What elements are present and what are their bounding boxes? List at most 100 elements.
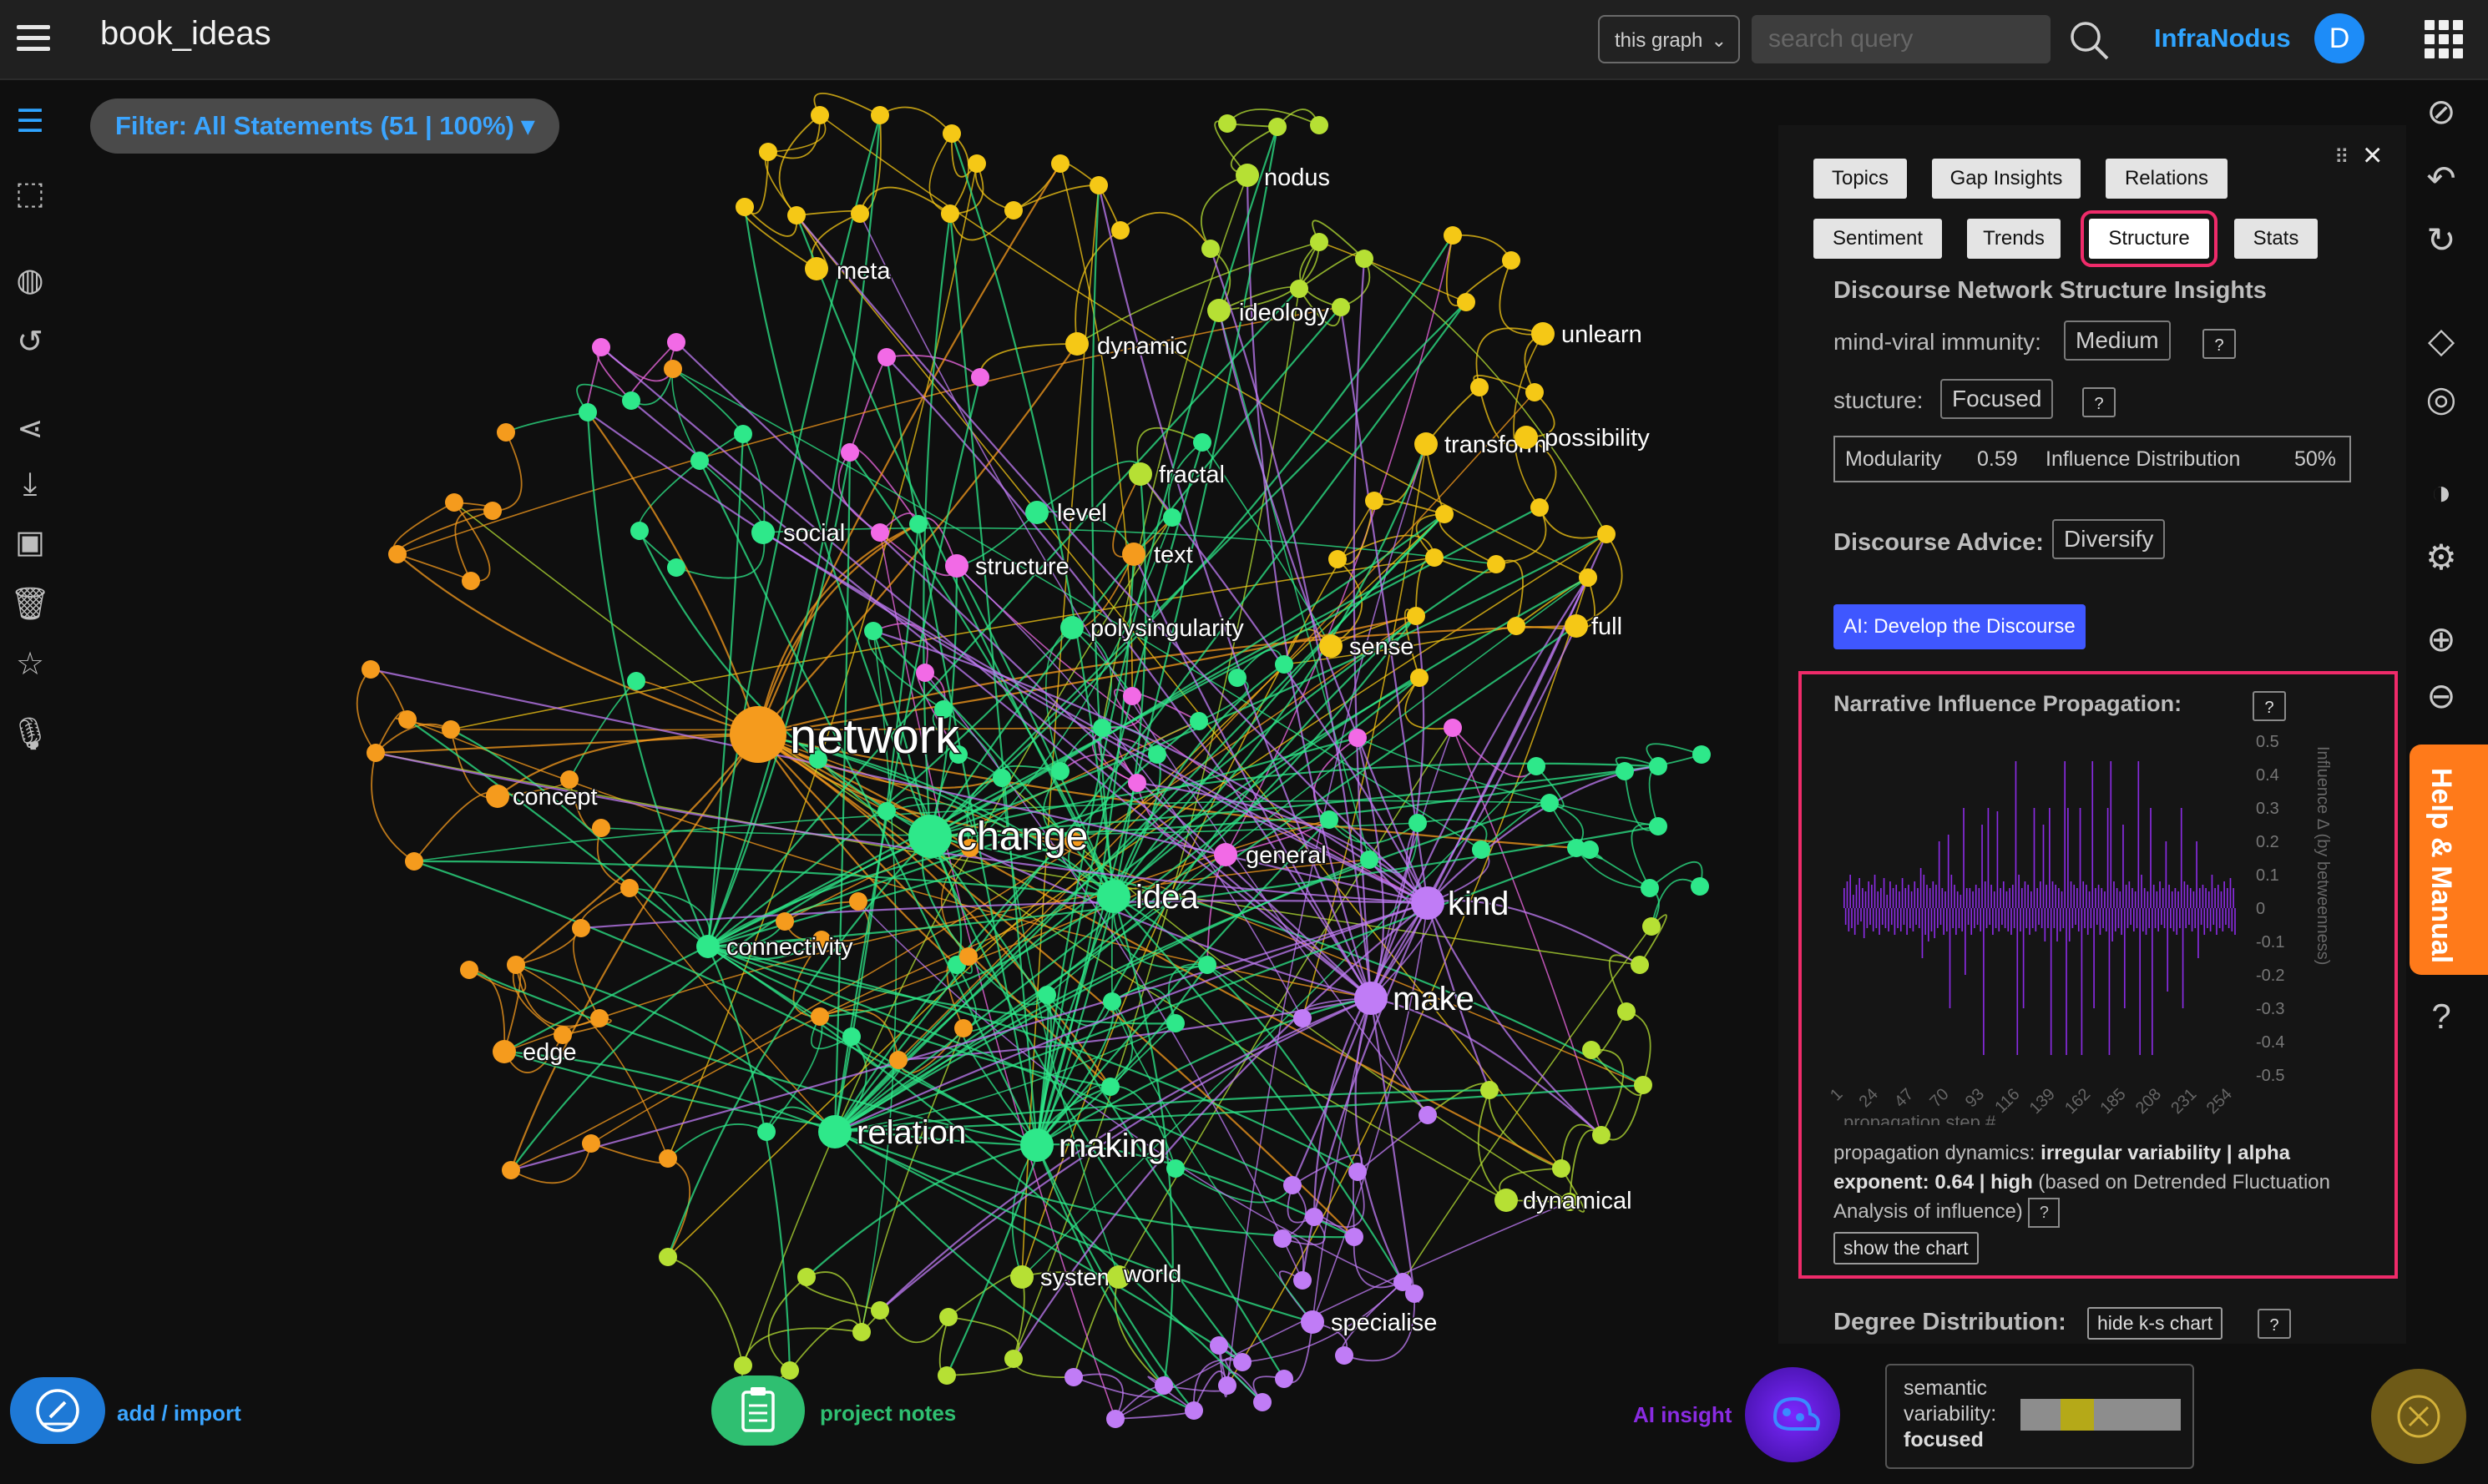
graph-node[interactable]	[362, 660, 380, 679]
graph-node[interactable]	[620, 879, 639, 897]
graph-node[interactable]	[483, 502, 502, 520]
node-label-world[interactable]: world	[1122, 1260, 1183, 1290]
node-making[interactable]	[1020, 1128, 1054, 1162]
graph-node[interactable]	[1579, 568, 1597, 587]
graph-node[interactable]	[1193, 433, 1211, 452]
graph-node[interactable]	[1064, 1368, 1083, 1386]
graph-node[interactable]	[1527, 757, 1545, 775]
graph-node[interactable]	[1649, 817, 1667, 835]
tab-gap-insights[interactable]: Gap Insights	[1932, 159, 2081, 199]
graph-node[interactable]	[1275, 1370, 1293, 1388]
add-import-label[interactable]: add / import	[117, 1401, 241, 1426]
graph-node[interactable]	[1435, 505, 1454, 523]
star-icon[interactable]: ☆	[8, 643, 52, 686]
graph-title[interactable]: book_ideas	[100, 15, 271, 53]
target-icon[interactable]: ◎	[2418, 376, 2465, 422]
graph-node[interactable]	[1310, 233, 1328, 251]
node-full[interactable]	[1565, 614, 1588, 638]
graph-node[interactable]	[757, 1123, 776, 1141]
history-icon[interactable]: ↺	[8, 321, 52, 364]
node-network[interactable]	[730, 706, 786, 763]
degree-help-button[interactable]: ?	[2258, 1309, 2291, 1339]
microphone-icon[interactable]: 🎙	[8, 713, 52, 756]
graph-node[interactable]	[852, 1323, 871, 1341]
node-label-connectivity[interactable]: connectivity	[726, 933, 855, 962]
graph-node[interactable]	[1268, 118, 1287, 136]
graph-node[interactable]	[630, 522, 649, 540]
graph-node[interactable]	[1290, 280, 1308, 298]
graph-node[interactable]	[938, 1366, 956, 1385]
download-icon[interactable]: ⤓	[8, 462, 52, 506]
node-transform[interactable]	[1414, 432, 1438, 456]
node-label-meta[interactable]: meta	[836, 257, 893, 286]
node-level[interactable]	[1025, 501, 1049, 524]
node-label-text[interactable]: text	[1153, 541, 1195, 570]
graph-node[interactable]	[797, 1268, 816, 1286]
graph-node[interactable]	[864, 622, 882, 640]
graph-node[interactable]	[1111, 221, 1130, 240]
statements-icon[interactable]: ☰	[8, 100, 52, 144]
graph-node[interactable]	[811, 106, 829, 124]
graph-node[interactable]	[1470, 378, 1489, 396]
graph-node[interactable]	[1641, 879, 1659, 897]
graph-node[interactable]	[1355, 250, 1373, 268]
graph-node[interactable]	[579, 403, 597, 421]
graph-node[interactable]	[1507, 617, 1525, 635]
avatar[interactable]: D	[2314, 13, 2364, 63]
node-connectivity[interactable]	[696, 935, 720, 958]
node-label-general[interactable]: general	[1245, 841, 1328, 871]
diamond-icon[interactable]: ◇	[2418, 317, 2465, 364]
graph-node[interactable]	[405, 852, 423, 871]
graph-node[interactable]	[1210, 1336, 1228, 1355]
visibility-icon[interactable]: ⊘	[2418, 88, 2465, 135]
graph-node[interactable]	[877, 802, 896, 820]
graph-node[interactable]	[1166, 1014, 1185, 1032]
graph-node[interactable]	[1051, 762, 1070, 780]
graph-node[interactable]	[877, 348, 896, 366]
add-import-button[interactable]	[10, 1377, 105, 1444]
node-label-nodus[interactable]: nodus	[1263, 164, 1332, 193]
settings-icon[interactable]: ⚙	[2418, 534, 2465, 581]
node-label-unlearn[interactable]: unlearn	[1560, 321, 1644, 350]
graph-node[interactable]	[388, 545, 407, 563]
graph-node[interactable]	[787, 206, 806, 225]
node-label-make[interactable]: make	[1392, 980, 1476, 1019]
graph-node[interactable]	[442, 720, 460, 739]
graph-node[interactable]	[1348, 729, 1367, 747]
graph-node[interactable]	[1480, 1081, 1499, 1099]
graph-node[interactable]	[445, 493, 463, 512]
graph-node[interactable]	[659, 1149, 677, 1168]
graph-node[interactable]	[941, 204, 959, 223]
graph-node[interactable]	[1123, 687, 1141, 705]
tab-structure[interactable]: Structure	[2081, 210, 2217, 267]
node-label-full[interactable]: full	[1590, 613, 1624, 642]
graph-node[interactable]	[1218, 1376, 1236, 1395]
node-structure[interactable]	[945, 554, 968, 578]
refresh-icon[interactable]: ↻	[2418, 217, 2465, 264]
node-fractal[interactable]	[1129, 462, 1152, 486]
node-change[interactable]	[908, 815, 952, 858]
node-label-network[interactable]: network	[789, 709, 962, 765]
graph-node[interactable]	[1582, 1041, 1601, 1059]
graph-node[interactable]	[1692, 745, 1711, 764]
graph-node[interactable]	[909, 515, 928, 533]
graph-node[interactable]	[916, 664, 934, 682]
node-kind[interactable]	[1411, 886, 1444, 920]
graph-node[interactable]	[971, 368, 989, 386]
apps-grid-icon[interactable]	[2425, 20, 2463, 58]
graph-node[interactable]	[367, 744, 385, 762]
graph-node[interactable]	[1128, 774, 1146, 792]
graph-node[interactable]	[1163, 508, 1181, 527]
graph-node[interactable]	[1642, 917, 1661, 936]
graph-node[interactable]	[841, 443, 859, 462]
node-dynamical[interactable]	[1494, 1189, 1518, 1212]
help-icon[interactable]: ?	[2418, 993, 2465, 1040]
node-nodus[interactable]	[1236, 164, 1259, 187]
graph-node[interactable]	[1185, 1401, 1203, 1420]
graph-node[interactable]	[1305, 1208, 1323, 1226]
search-icon[interactable]	[2067, 18, 2111, 62]
graph-node[interactable]	[502, 1161, 520, 1179]
graph-node[interactable]	[943, 124, 961, 143]
hamburger-menu-icon[interactable]	[13, 18, 53, 58]
graph-node[interactable]	[1597, 525, 1616, 543]
